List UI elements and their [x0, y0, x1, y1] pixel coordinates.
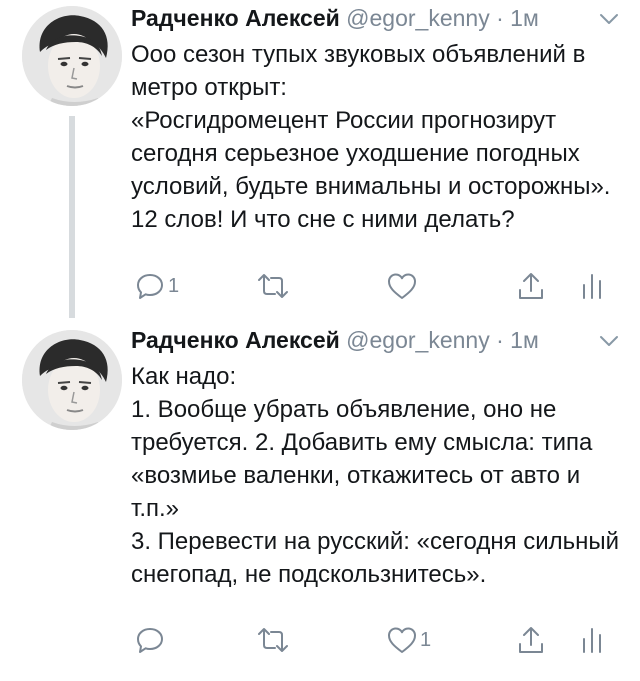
avatar[interactable] — [22, 6, 122, 106]
chevron-down-icon[interactable] — [598, 329, 620, 351]
reply-icon — [134, 624, 166, 656]
analytics-button[interactable] — [580, 622, 604, 658]
like-button[interactable] — [386, 268, 420, 304]
tweet: Радченко Алексей @egor_kenny · 1м Ооо се… — [0, 0, 640, 322]
tweet-header: Радченко Алексей @egor_kenny · 1м — [131, 325, 620, 355]
thread-connector-line — [69, 116, 75, 318]
like-button[interactable]: 1 — [386, 622, 431, 658]
timestamp[interactable]: 1м — [510, 5, 539, 31]
tweet-paragraph: «Росгидромецент России прогнозирут сегод… — [131, 107, 611, 200]
tweet: Радченко Алексей @egor_kenny · 1м Как на… — [0, 322, 640, 681]
stats-icon — [580, 624, 604, 656]
tweet-paragraph: 3. Перевести на русский: «сегодня сильны… — [131, 528, 620, 588]
like-count: 1 — [420, 628, 432, 651]
stats-icon — [580, 270, 604, 302]
avatar[interactable] — [22, 330, 122, 430]
chevron-down-icon[interactable] — [598, 7, 620, 29]
reply-icon — [134, 270, 166, 302]
share-icon — [516, 624, 546, 656]
author-name[interactable]: Радченко Алексей — [131, 5, 340, 31]
share-button[interactable] — [516, 622, 546, 658]
retweet-icon — [256, 271, 290, 301]
author-name[interactable]: Радченко Алексей — [131, 327, 340, 353]
reply-count: 1 — [168, 274, 180, 297]
tweet-text: Как надо: 1. Вообще убрать объявление, о… — [131, 360, 621, 591]
tweet-actions: 1 — [120, 622, 620, 658]
tweet-paragraph: Как надо: — [131, 363, 237, 390]
tweet-text: Ооо сезон тупых звуковых объявлений в ме… — [131, 38, 621, 236]
timestamp[interactable]: 1м — [510, 327, 539, 353]
heart-icon — [386, 625, 418, 655]
analytics-button[interactable] — [580, 268, 604, 304]
retweet-button[interactable] — [256, 622, 292, 658]
retweet-icon — [256, 625, 290, 655]
heart-icon — [386, 271, 418, 301]
author-handle[interactable]: @egor_kenny — [346, 327, 490, 353]
share-button[interactable] — [516, 268, 546, 304]
tweet-paragraph: Ооо сезон тупых звуковых объявлений в ме… — [131, 41, 586, 101]
retweet-button[interactable] — [256, 268, 292, 304]
reply-button[interactable] — [134, 622, 168, 658]
tweet-actions: 1 — [120, 268, 620, 304]
tweet-paragraph: 12 слов! И что сне с ними делать? — [131, 206, 515, 233]
reply-button[interactable]: 1 — [134, 268, 179, 304]
author-handle[interactable]: @egor_kenny — [346, 5, 490, 31]
share-icon — [516, 270, 546, 302]
separator-dot: · — [496, 327, 504, 353]
tweet-paragraph: 1. Вообще убрать объявление, оно не треб… — [131, 396, 593, 522]
separator-dot: · — [496, 5, 504, 31]
avatar-photo — [22, 6, 122, 106]
avatar-photo — [22, 330, 122, 430]
tweet-header: Радченко Алексей @egor_kenny · 1м — [131, 3, 620, 33]
